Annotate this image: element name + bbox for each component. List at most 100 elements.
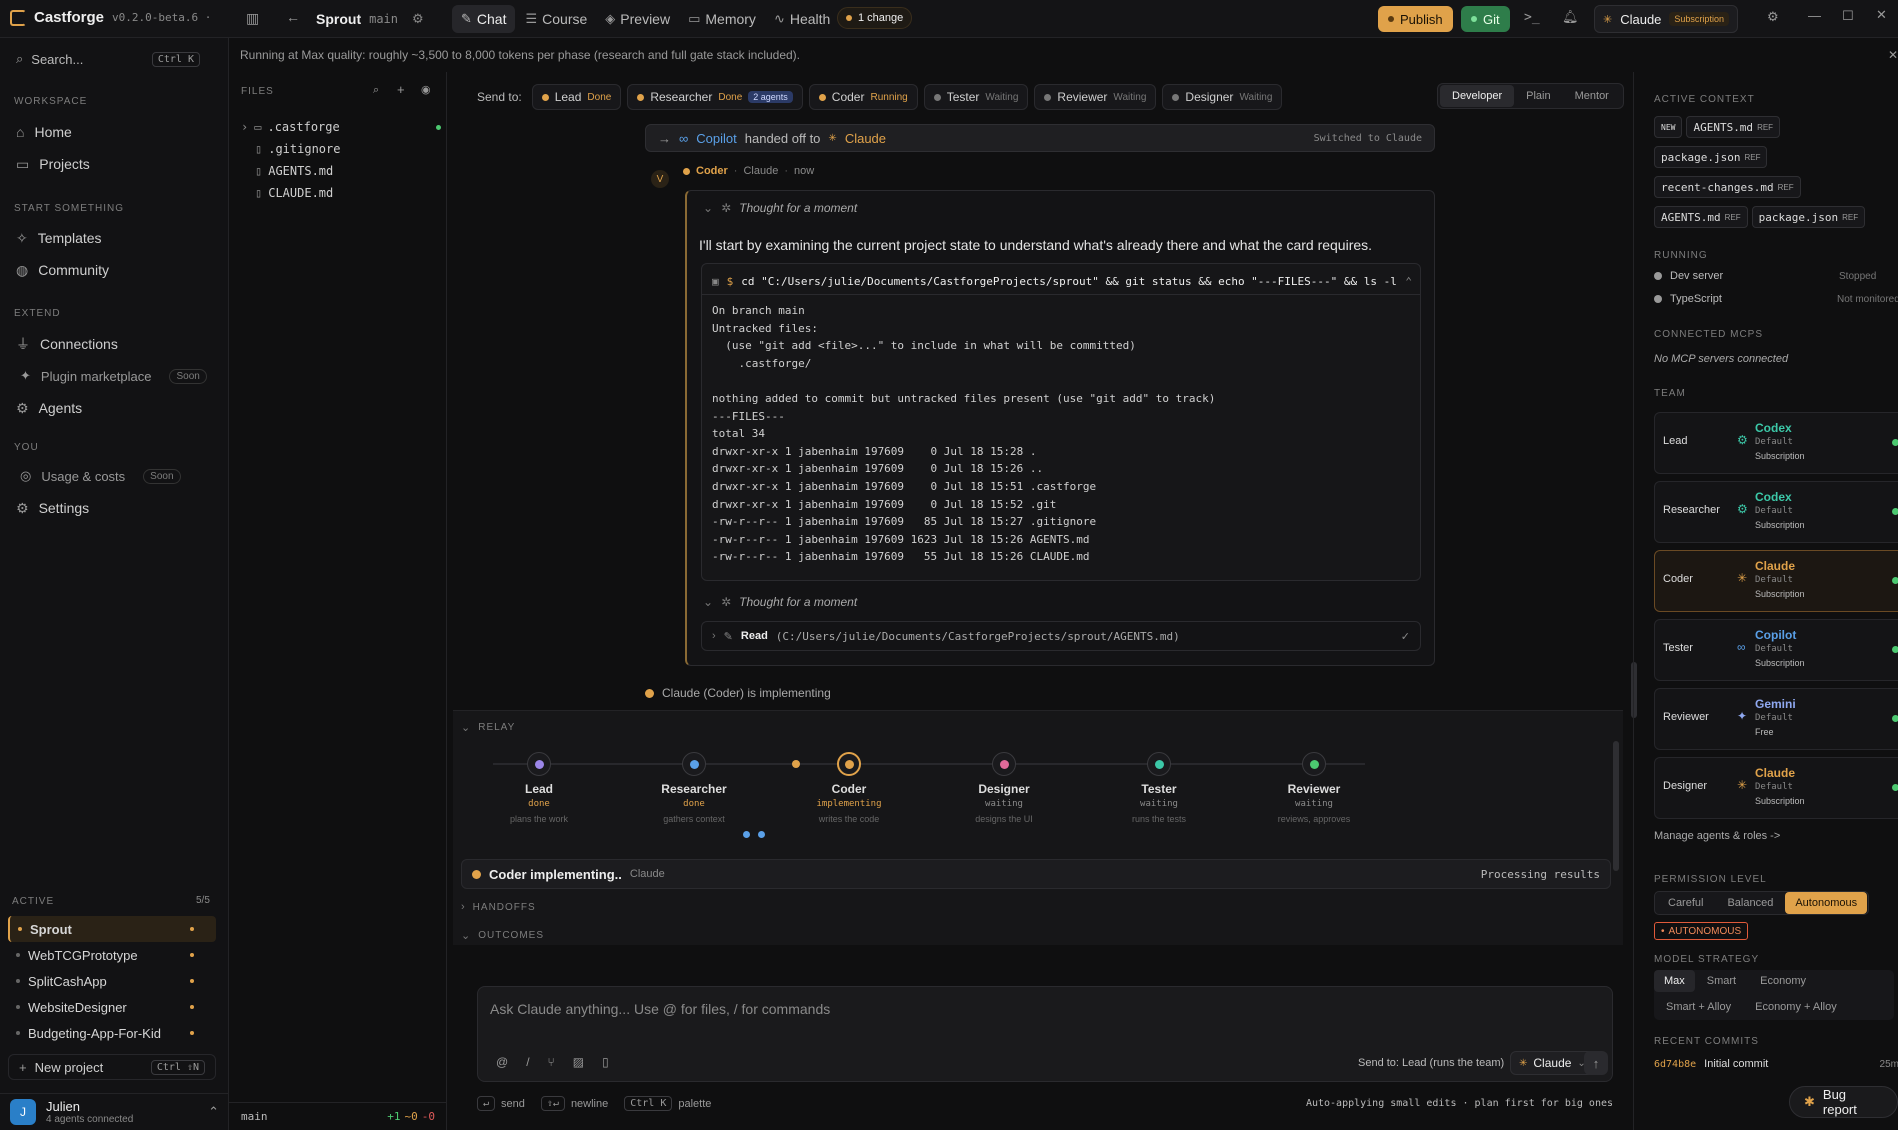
strategy-smart[interactable]: Smart xyxy=(1695,970,1748,992)
tab-health[interactable]: ∿ Health xyxy=(766,5,838,33)
handoffs-toggle[interactable]: › HANDOFFS xyxy=(461,901,536,913)
mode-developer[interactable]: Developer xyxy=(1440,85,1515,107)
strategy-economy-alloy[interactable]: Economy + Alloy xyxy=(1743,996,1849,1018)
nav-projects[interactable]: ▭ Projects xyxy=(0,148,229,180)
attach-file-icon[interactable]: ▯ xyxy=(602,1055,609,1069)
send-to-chip-reviewer[interactable]: Reviewer Waiting xyxy=(1034,84,1157,110)
relay-node-reviewer[interactable] xyxy=(1302,752,1326,776)
nav-usage-costs[interactable]: ◎ Usage & costs Soon xyxy=(0,460,229,492)
nav-templates[interactable]: ✧ Templates xyxy=(0,222,229,254)
manage-agents-link[interactable]: Manage agents & roles -> xyxy=(1654,830,1780,842)
project-item[interactable]: SplitCashApp xyxy=(8,968,216,994)
branch-name[interactable]: main xyxy=(369,12,398,26)
team-card-reviewer[interactable]: Reviewer ✦ Gemini Default Free xyxy=(1654,688,1898,750)
perm-balanced[interactable]: Balanced xyxy=(1715,892,1785,914)
nav-connections[interactable]: ⏚ Connections xyxy=(0,328,229,360)
settings-gear-icon[interactable]: ⚙ xyxy=(1767,9,1779,25)
pager-dot-icon[interactable] xyxy=(743,831,750,838)
strategy-economy[interactable]: Economy xyxy=(1748,970,1818,992)
team-card-designer[interactable]: Designer ✳ Claude Default Subscription xyxy=(1654,757,1898,819)
mode-mentor[interactable]: Mentor xyxy=(1563,85,1621,107)
publish-button[interactable]: Publish xyxy=(1378,6,1453,32)
send-arrow-icon[interactable]: ↑ xyxy=(1584,1051,1608,1075)
thought-toggle[interactable]: ⌄ ✲ Thought for a moment xyxy=(703,201,857,215)
eye-icon[interactable]: ◉ xyxy=(421,83,431,96)
back-arrow-icon[interactable]: ← xyxy=(286,9,300,25)
new-project-button[interactable]: + New project Ctrl ⇧N xyxy=(8,1054,216,1080)
user-profile[interactable]: J Julien 4 agents connected ⌃ xyxy=(0,1093,229,1130)
team-card-coder[interactable]: Coder ✳ Claude Default Subscription xyxy=(1654,550,1898,612)
context-chip[interactable]: recent-changes.md REF xyxy=(1654,176,1801,198)
context-chip[interactable]: AGENTS.md REF xyxy=(1654,206,1748,228)
command-line[interactable]: ▣ $ cd "C:/Users/julie/Documents/Castfor… xyxy=(712,270,1412,292)
sidebar-toggle-icon[interactable]: ▥ xyxy=(246,10,259,27)
bell-icon[interactable]: 🔔︎ xyxy=(1562,9,1579,25)
relay-node-tester[interactable] xyxy=(1147,752,1171,776)
relay-node-designer[interactable] xyxy=(992,752,1016,776)
nav-agents[interactable]: ⚙ Agents xyxy=(0,392,229,424)
relay-scrollbar[interactable] xyxy=(1613,741,1619,871)
mode-plain[interactable]: Plain xyxy=(1514,85,1562,107)
active-agent-bar[interactable]: Coder implementing.. Claude Processing r… xyxy=(461,859,1611,889)
team-card-lead[interactable]: Lead ⚙ Codex Default Subscription xyxy=(1654,412,1898,474)
project-item[interactable]: WebTCGPrototype xyxy=(8,942,216,968)
composer-input[interactable]: Ask Claude anything... Use @ for files, … xyxy=(490,1001,830,1017)
send-to-chip-researcher[interactable]: Researcher Done 2 agents xyxy=(627,84,803,110)
branch-icon[interactable]: ⑂ xyxy=(548,1055,555,1069)
context-chip[interactable]: package.json REF xyxy=(1654,146,1768,168)
send-to-chip-lead[interactable]: Lead Done xyxy=(531,84,622,110)
close-banner-icon[interactable]: ✕ xyxy=(1888,42,1898,68)
maximize-icon[interactable]: ☐ xyxy=(1842,8,1854,24)
slash-command-icon[interactable]: / xyxy=(526,1055,529,1069)
close-window-icon[interactable]: ✕ xyxy=(1876,7,1887,23)
pager-dot-icon[interactable] xyxy=(758,831,765,838)
file-tree-item[interactable]: ▯ .gitignore xyxy=(241,138,441,160)
context-chip[interactable]: package.json REF xyxy=(1751,206,1866,228)
nav-settings[interactable]: ⚙ Settings xyxy=(0,492,229,524)
file-search-icon[interactable]: ⌕ xyxy=(373,84,379,97)
nav-plugin-marketplace[interactable]: ✦ Plugin marketplace Soon xyxy=(0,360,229,392)
relay-node-lead[interactable] xyxy=(527,752,551,776)
chevron-up-icon[interactable]: ⌃ xyxy=(208,1104,219,1120)
file-tree-item[interactable]: ▯ AGENTS.md xyxy=(241,160,441,182)
changes-badge[interactable]: 1 change xyxy=(837,7,913,29)
git-button[interactable]: Git xyxy=(1461,6,1510,32)
project-item[interactable]: WebsiteDesigner xyxy=(8,994,216,1020)
project-item-sprout[interactable]: Sprout xyxy=(8,916,216,942)
model-selector[interactable]: ✳ Claude Subscription xyxy=(1594,5,1738,33)
team-card-tester[interactable]: Tester ∞ Copilot Default Subscription xyxy=(1654,619,1898,681)
file-tree-item[interactable]: ▯ CLAUDE.md xyxy=(241,182,441,204)
context-chip[interactable]: NEW xyxy=(1654,116,1683,138)
at-mention-icon[interactable]: @ xyxy=(496,1055,508,1069)
project-name[interactable]: Sprout xyxy=(316,11,361,27)
send-to-chip-coder[interactable]: Coder Running xyxy=(808,84,918,110)
relay-node-researcher[interactable] xyxy=(682,752,706,776)
perm-careful[interactable]: Careful xyxy=(1656,892,1715,914)
minimize-icon[interactable]: — xyxy=(1808,8,1821,23)
composer-model-select[interactable]: ✳ Claude ⌄ xyxy=(1510,1051,1595,1075)
tab-memory[interactable]: ▭ Memory xyxy=(680,5,764,33)
chevron-up-icon[interactable]: ⌃ xyxy=(1405,275,1412,288)
tab-course[interactable]: ☰ Course xyxy=(517,5,595,33)
tab-chat[interactable]: ✎ Chat xyxy=(452,5,516,33)
composer-send-target[interactable]: Send to: Lead (runs the team) xyxy=(1358,1057,1504,1069)
send-to-chip-designer[interactable]: Designer Waiting xyxy=(1162,84,1283,110)
strategy-max[interactable]: Max xyxy=(1654,970,1695,992)
context-chip[interactable]: AGENTS.md REF xyxy=(1686,116,1781,138)
project-item[interactable]: Budgeting-App-For-Kid xyxy=(8,1020,216,1046)
team-card-researcher[interactable]: Researcher ⚙ Codex Default Subscription xyxy=(1654,481,1898,543)
tab-preview[interactable]: ◈ Preview xyxy=(597,5,678,33)
new-file-icon[interactable]: + xyxy=(397,82,405,97)
send-to-chip-tester[interactable]: Tester Waiting xyxy=(923,84,1029,110)
search-box[interactable]: ⌕ Search... Ctrl K xyxy=(8,46,208,72)
nav-community[interactable]: ◍ Community xyxy=(0,254,229,286)
project-settings-icon[interactable]: ⚙ xyxy=(412,11,424,27)
terminal-icon[interactable]: >_ xyxy=(1524,10,1540,25)
nav-home[interactable]: ⌂ Home xyxy=(0,116,229,148)
commit-item[interactable]: 6d74b8e Initial commit 25m xyxy=(1654,1058,1898,1070)
outcomes-toggle[interactable]: ⌄ OUTCOMES xyxy=(461,929,544,942)
tool-read-row[interactable]: › ✎ Read (C:/Users/julie/Documents/Castf… xyxy=(701,621,1421,651)
file-tree-item[interactable]: › ▭ .castforge xyxy=(241,116,441,138)
image-icon[interactable]: ▨ xyxy=(573,1055,584,1069)
bug-report-button[interactable]: ✱ Bug report xyxy=(1789,1086,1898,1118)
